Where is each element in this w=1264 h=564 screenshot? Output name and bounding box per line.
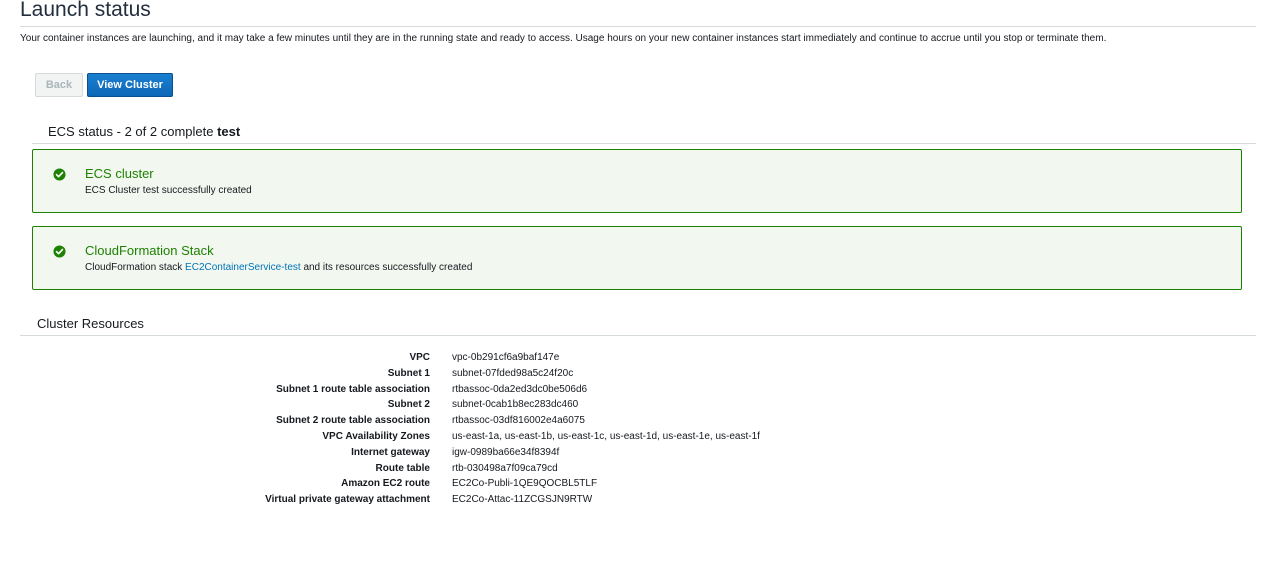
status-card-title: ECS cluster [85,166,154,181]
resource-label: Subnet 2 [387,399,430,411]
resource-value: EC2Co-Attac-11ZCGSJN9RTW [452,494,593,506]
status-card-message: ECS Cluster test successfully created [85,185,252,196]
ecs-status-heading: ECS status - 2 of 2 complete test [48,124,240,139]
resource-value-link[interactable]: rtb-030498a7f09ca79cd [452,463,558,474]
check-circle-icon [53,245,66,258]
status-card-ecs-cluster: ECS cluster ECS Cluster test successfull… [32,149,1242,213]
resource-value-link[interactable]: vpc-0b291cf6a9baf147e [452,352,559,363]
back-button[interactable]: Back [35,73,83,97]
resource-label: Virtual private gateway attachment [265,494,430,506]
ecs-status-cluster-name: test [217,124,241,139]
status-card-title: CloudFormation Stack [85,243,214,258]
status-card-message: CloudFormation stack EC2ContainerService… [85,262,472,273]
resource-value: rtbassoc-03df816002e4a6075 [452,415,585,427]
resource-value: EC2Co-Publi-1QE9QOCBL5TLF [452,478,598,490]
cluster-resources-heading: Cluster Resources [37,316,144,331]
resource-value-link[interactable]: igw-0989ba66e34f8394f [452,447,559,458]
message-suffix: and its resources successfully created [303,262,473,273]
cluster-resources-divider [20,335,1256,336]
resource-label: VPC [409,352,430,363]
page-title: Launch status [20,0,151,21]
resource-label: Route table [375,462,430,474]
resource-label: Amazon EC2 route [341,478,430,490]
resource-value: us-east-1a, us-east-1b, us-east-1c, us-e… [452,431,760,442]
resource-label: Internet gateway [351,446,430,458]
resource-label: Subnet 1 [387,367,430,379]
intro-text: Your container instances are launching, … [20,33,1107,44]
message-prefix: CloudFormation stack [85,262,183,273]
resource-value-link[interactable]: subnet-07fded98a5c24f20c [452,368,573,379]
title-divider [20,26,1256,27]
resource-value-link[interactable]: subnet-0cab1b8ec283dc460 [452,399,578,410]
status-card-cloudformation: CloudFormation Stack CloudFormation stac… [32,226,1242,290]
ecs-status-divider [32,143,1256,144]
resource-label: Subnet 2 route table association [276,415,430,427]
resource-value: rtbassoc-0da2ed3dc0be506d6 [452,383,588,395]
ecs-status-prefix: ECS status - 2 of 2 complete [48,124,214,139]
cloudformation-stack-link[interactable]: EC2ContainerService-test [185,262,301,273]
resource-label: Subnet 1 route table association [276,383,430,395]
view-cluster-button[interactable]: View Cluster [87,73,173,97]
check-circle-icon [53,168,66,181]
resource-label: VPC Availability Zones [322,431,430,442]
